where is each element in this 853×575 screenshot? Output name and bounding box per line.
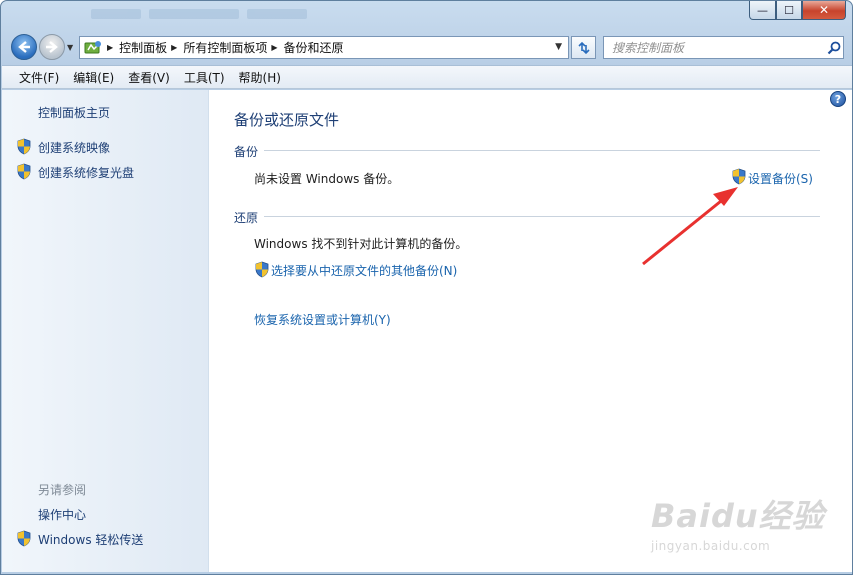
forward-button[interactable] <box>39 34 65 60</box>
menu-view[interactable]: 查看(V) <box>121 69 177 86</box>
control-panel-icon <box>83 39 103 57</box>
back-arrow-icon <box>18 41 30 53</box>
recent-pages-dropdown[interactable]: ▼ <box>67 43 73 52</box>
divider <box>234 216 820 217</box>
help-icon[interactable]: ? <box>830 91 846 107</box>
breadcrumb-chevron-icon[interactable]: ▶ <box>171 43 177 52</box>
maximize-button[interactable]: ☐ <box>776 1 802 20</box>
window-controls: — ☐ ✕ <box>749 1 846 20</box>
search-box <box>603 36 844 59</box>
recover-system-link[interactable]: 恢复系统设置或计算机(Y) <box>254 311 391 328</box>
menu-file[interactable]: 文件(F) <box>12 69 66 86</box>
watermark-url: jingyan.baidu.com <box>651 539 771 553</box>
restore-section-header: 还原 <box>234 209 820 225</box>
setup-backup-link[interactable]: 设置备份(S) <box>748 170 813 187</box>
breadcrumb-chevron-icon[interactable]: ▶ <box>107 43 113 52</box>
watermark-brand: Baidu经验 <box>651 497 825 535</box>
control-panel-home-link[interactable]: 控制面板主页 <box>38 104 110 121</box>
baidu-watermark: Baidu经验 jingyan.baidu.com <box>651 491 825 553</box>
address-bar[interactable]: ▶ 控制面板 ▶ 所有控制面板项 ▶ 备份和还原 ▼ <box>79 36 569 59</box>
uac-shield-icon <box>255 261 269 278</box>
uac-shield-icon <box>17 163 31 180</box>
search-input[interactable] <box>612 40 825 55</box>
uac-shield-icon <box>732 168 746 185</box>
uac-shield-icon <box>17 530 31 547</box>
uac-shield-icon <box>17 138 31 155</box>
address-dropdown-icon[interactable]: ▼ <box>555 42 562 52</box>
page-title: 备份或还原文件 <box>234 111 340 129</box>
explorer-window: — ☐ ✕ ▼ ▶ 控制面板 ▶ 所有控制面板项 ▶ 备份和还原 ▼ 搜索控制面… <box>0 0 853 575</box>
forward-arrow-icon <box>46 41 58 53</box>
create-system-image-link[interactable]: 创建系统映像 <box>38 139 110 156</box>
backup-status-text: 尚未设置 Windows 备份。 <box>254 172 400 186</box>
menu-help[interactable]: 帮助(H) <box>232 69 288 86</box>
action-center-link[interactable]: 操作中心 <box>38 506 86 523</box>
menu-bar: 文件(F) 编辑(E) 查看(V) 工具(T) 帮助(H) <box>2 65 852 89</box>
breadcrumb-chevron-icon[interactable]: ▶ <box>271 43 277 52</box>
close-button[interactable]: ✕ <box>802 1 846 20</box>
menu-edit[interactable]: 编辑(E) <box>66 69 121 86</box>
breadcrumb-backup-restore[interactable]: 备份和还原 <box>284 39 344 56</box>
minimize-button[interactable]: — <box>749 1 776 20</box>
breadcrumb-control-panel[interactable]: 控制面板 <box>119 39 167 56</box>
see-also-heading: 另请参阅 <box>38 483 87 497</box>
backup-section-header: 备份 <box>234 143 820 159</box>
search-icon[interactable] <box>825 39 843 57</box>
backup-section-label: 备份 <box>234 145 265 159</box>
restore-status-text: Windows 找不到针对此计算机的备份。 <box>254 237 468 251</box>
easy-transfer-link[interactable]: Windows 轻松传送 <box>38 531 143 548</box>
title-bar: — ☐ ✕ <box>1 1 852 29</box>
breadcrumb-all-items[interactable]: 所有控制面板项 <box>183 39 267 56</box>
restore-section-label: 还原 <box>234 211 265 225</box>
refresh-icon <box>577 41 590 54</box>
select-other-backup-link[interactable]: 选择要从中还原文件的其他备份(N) <box>271 262 457 279</box>
back-button[interactable] <box>11 34 37 60</box>
create-repair-disc-link[interactable]: 创建系统修复光盘 <box>38 164 134 181</box>
refresh-button[interactable] <box>571 36 596 59</box>
task-pane: 控制面板主页 创建系统映像 创建系统修复光盘 另请参阅 操作中心 Windows… <box>2 90 209 572</box>
address-row: ▼ ▶ 控制面板 ▶ 所有控制面板项 ▶ 备份和还原 ▼ <box>1 31 852 63</box>
title-bar-blurred-text <box>91 9 351 23</box>
menu-tools[interactable]: 工具(T) <box>177 69 232 86</box>
divider <box>234 150 820 151</box>
